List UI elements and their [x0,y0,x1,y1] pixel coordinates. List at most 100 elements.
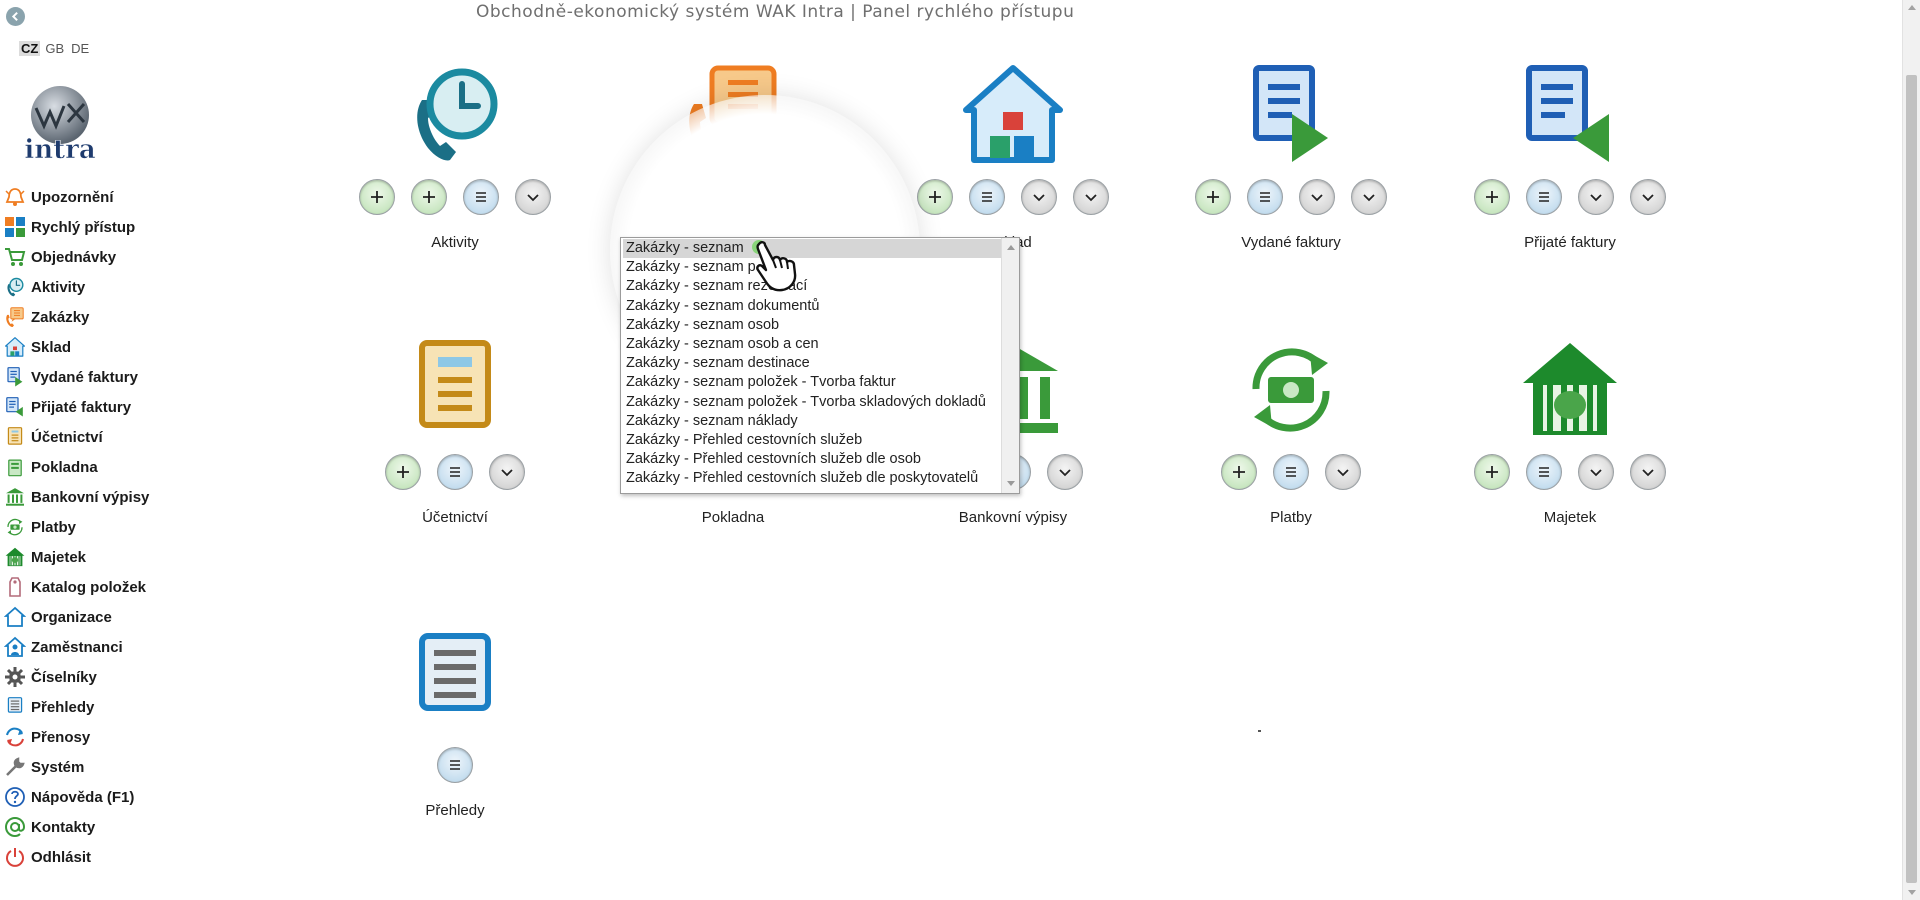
list-button[interactable] [969,179,1005,215]
dropdown-option[interactable]: Zakázky - seznam destinace [623,354,1001,373]
tile-label[interactable]: Platby [1171,509,1411,526]
lang-de[interactable]: DE [69,41,91,56]
dropdown-option[interactable]: Zakázky - Přehled cestovních služeb dle … [623,450,1001,469]
invoice-in-icon[interactable] [1515,62,1625,167]
tile-label[interactable]: Bankovní výpisy [893,509,1133,526]
back-button[interactable] [6,7,25,26]
tile-label[interactable]: Vydané faktury [1171,234,1411,251]
sidebar-item-0[interactable]: Upozornění [0,182,200,212]
add-button[interactable] [917,179,953,215]
sidebar-item-2[interactable]: Objednávky [0,242,200,272]
sidebar-item-8[interactable]: Účetnictví [0,422,200,452]
sidebar-item-15[interactable]: Zaměstnanci [0,632,200,662]
sidebar-item-5[interactable]: Sklad [0,332,200,362]
property-icon[interactable] [1515,337,1625,442]
chevron-down-icon [1337,469,1349,477]
scroll-down-icon[interactable] [1908,890,1916,895]
list-button[interactable] [437,454,473,490]
dropdown-option[interactable]: Zakázky - seznam položek - Tvorba sklado… [623,393,1001,412]
sidebar-item-18[interactable]: Přenosy [0,722,200,752]
dropdown-option[interactable]: Zakázky - seznam dokumentů [623,297,1001,316]
bank-icon [4,486,26,508]
expand-button[interactable] [1021,179,1057,215]
sidebar-item-16[interactable]: Číselníky [0,662,200,692]
lang-cz[interactable]: CZ [19,41,41,56]
chevron-down-icon [1642,469,1654,477]
sidebar-item-4[interactable]: Zakázky [0,302,200,332]
expand-button[interactable] [1578,179,1614,215]
zakazky-dropdown-list[interactable]: Zakázky - seznam Zakázky - seznam p Zakázk… [620,237,1020,494]
phone-clock-icon[interactable] [400,62,510,167]
sidebar-item-19[interactable]: Systém [0,752,200,782]
list-button[interactable] [1273,454,1309,490]
sidebar-item-9[interactable]: Pokladna [0,452,200,482]
sidebar-item-11[interactable]: Platby [0,512,200,542]
dropdown-option[interactable]: Zakázky - seznam p [623,258,1001,277]
tile-label[interactable]: Přijaté faktury [1450,234,1690,251]
dropdown-option[interactable]: Zakázky - Přehled cestovních služeb [623,431,1001,450]
dropdown-option[interactable]: Zakázky - seznam osob [623,316,1001,335]
sidebar-item-3[interactable]: Aktivity [0,272,200,302]
add-button[interactable] [359,179,395,215]
page-scrollbar[interactable] [1902,0,1920,900]
expand-button[interactable] [1351,179,1387,215]
expand-button[interactable] [1630,179,1666,215]
tile-label[interactable]: Účetnictví [335,509,575,526]
dropdown-option[interactable]: Zakázky - Přehled cestovních služeb dle … [623,469,1001,488]
list-button[interactable] [463,179,499,215]
scrollbar-thumb[interactable] [1906,75,1917,883]
sidebar-item-21[interactable]: Kontakty [0,812,200,842]
app-logo[interactable]: intra [14,82,106,165]
dropdown-option[interactable]: Zakázky - seznam rezervací [623,277,1001,296]
sidebar-item-10[interactable]: Bankovní výpisy [0,482,200,512]
dropdown-option[interactable]: Zakázky - seznam osob a cen [623,335,1001,354]
payment-icon[interactable] [1236,337,1346,442]
sidebar-item-label: Přenosy [31,728,91,746]
expand-button[interactable] [1578,454,1614,490]
list-button[interactable] [1247,179,1283,215]
report-icon[interactable] [400,630,510,735]
expand-button[interactable] [489,454,525,490]
tile-ucetnictvi: Účetnictví [335,337,575,567]
scroll-up-icon[interactable] [1908,5,1916,10]
add-button[interactable] [411,179,447,215]
sidebar-item-14[interactable]: Organizace [0,602,200,632]
add-button[interactable] [385,454,421,490]
dropdown-option[interactable]: Zakázky - seznam náklady [623,412,1001,431]
sidebar-item-7[interactable]: Přijaté faktury [0,392,200,422]
list-button[interactable] [1526,179,1562,215]
sidebar-item-1[interactable]: Rychlý přístup [0,212,200,242]
add-button[interactable] [1195,179,1231,215]
warehouse-icon[interactable] [958,62,1068,167]
sidebar-item-6[interactable]: Vydané faktury [0,362,200,392]
list-button[interactable] [437,747,473,783]
expand-button[interactable] [515,179,551,215]
lang-gb[interactable]: GB [43,41,66,56]
dropdown-scrollbar[interactable] [1001,238,1019,493]
tile-label[interactable]: Aktivity [335,234,575,251]
expand-button[interactable] [1299,179,1335,215]
tile-label[interactable]: Pokladna [613,509,853,526]
add-button[interactable] [1474,454,1510,490]
expand-button[interactable] [1047,454,1083,490]
sidebar-item-20[interactable]: Nápověda (F1) [0,782,200,812]
list-button[interactable] [1526,454,1562,490]
sidebar-item-12[interactable]: Majetek [0,542,200,572]
invoice-out-icon[interactable] [1236,62,1346,167]
dropdown-option[interactable]: Zakázky - seznam [623,239,1001,259]
tile-label[interactable]: Přehledy [335,802,575,819]
add-button[interactable] [1474,179,1510,215]
sidebar-item-13[interactable]: Katalog položek [0,572,200,602]
scroll-down-icon[interactable] [1007,481,1015,486]
sidebar-item-label: Systém [31,758,85,776]
expand-button[interactable] [1073,179,1109,215]
expand-button[interactable] [1325,454,1361,490]
scroll-up-icon[interactable] [1007,245,1015,250]
tile-label[interactable]: Majetek [1450,509,1690,526]
ledger-icon[interactable] [400,337,510,442]
dropdown-option[interactable]: Zakázky - seznam položek - Tvorba faktur [623,373,1001,392]
expand-button[interactable] [1630,454,1666,490]
add-button[interactable] [1221,454,1257,490]
sidebar-item-17[interactable]: Přehledy [0,692,200,722]
sidebar-item-22[interactable]: Odhlásit [0,842,200,872]
